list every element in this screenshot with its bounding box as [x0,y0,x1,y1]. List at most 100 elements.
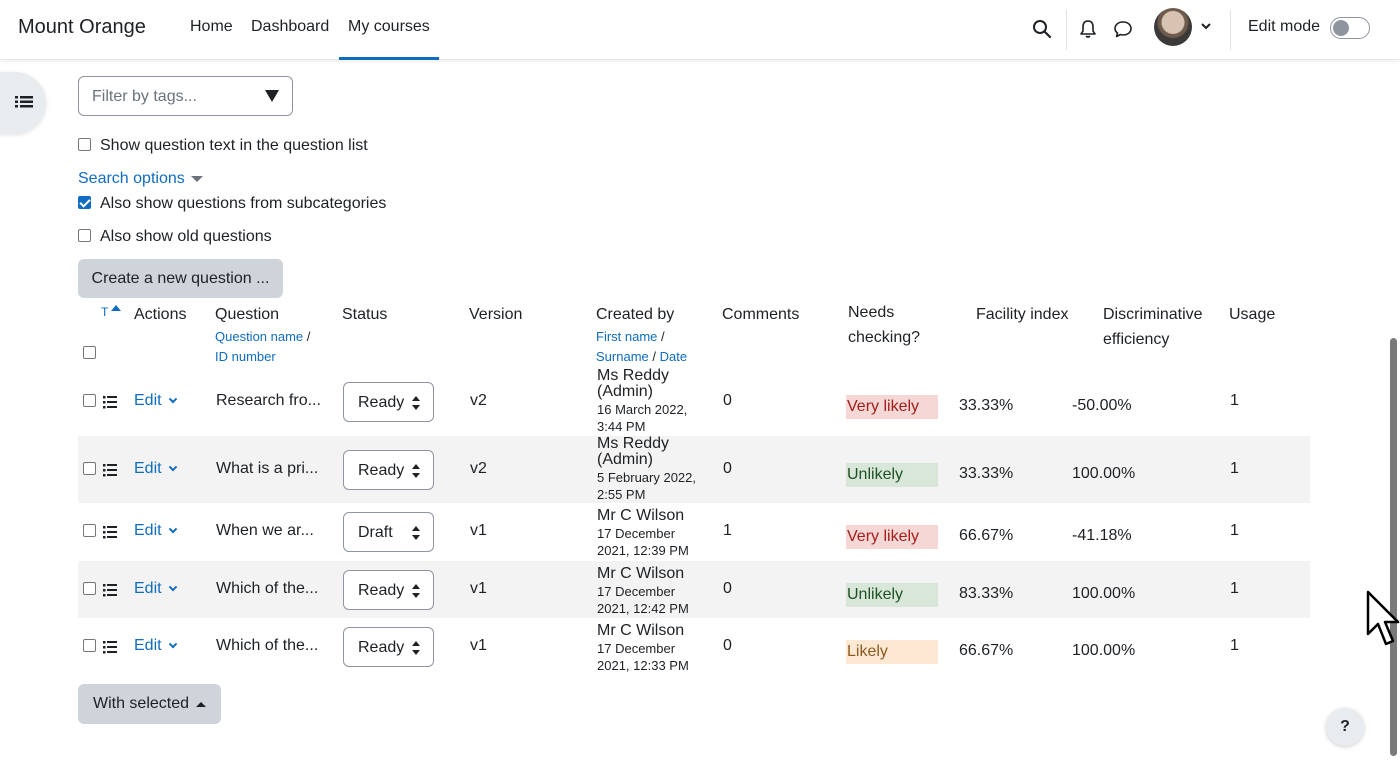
edit-menu-link[interactable]: Edit [134,580,177,598]
tags-filter-select[interactable]: Filter by tags... [78,76,293,116]
chevron-down-icon [168,582,177,591]
with-selected-label: With selected [92,695,190,712]
status-value: Ready [358,638,405,656]
message-icon[interactable] [1111,17,1135,41]
created-date-2: 2021, 12:39 PM [597,543,689,558]
edit-menu-link[interactable]: Edit [134,392,177,410]
edit-menu-link[interactable]: Edit [134,637,177,655]
comments-link[interactable]: 0 [723,637,732,655]
nav-my-courses[interactable]: My courses [339,18,439,60]
user-avatar[interactable] [1154,8,1192,46]
status-select[interactable]: Draft [343,512,434,552]
edit-mode-toggle[interactable] [1330,17,1370,39]
header-needs-checking-1: Needs [848,304,895,321]
header-version: Version [469,306,523,323]
header-actions: Actions [134,306,187,323]
drag-list-icon[interactable] [103,525,117,544]
header-created-sub-2: Surname / Date [596,349,688,364]
created-date-1: 17 December [597,526,676,541]
creator-role: (Admin) [597,383,654,400]
status-select[interactable]: Ready [343,449,434,490]
drag-list-icon[interactable] [103,463,117,482]
row-select-checkbox[interactable] [83,581,96,595]
version-value: v1 [470,579,487,597]
select-all-checkbox[interactable] [83,346,96,359]
sort-type-link[interactable]: T [101,305,108,319]
help-button[interactable]: ? [1326,708,1364,746]
nav-dashboard[interactable]: Dashboard [251,18,329,36]
row-select-checkbox[interactable] [83,524,96,537]
sort-id-number[interactable]: ID number [215,347,276,367]
show-question-text-checkbox[interactable] [78,138,91,151]
comments-link[interactable]: 0 [723,580,732,598]
question-name[interactable]: Which of the... [216,637,318,655]
usage-link[interactable]: 1 [1230,637,1239,655]
usage-link[interactable]: 1 [1230,580,1239,598]
nav-home[interactable]: Home [190,18,233,36]
comments-link[interactable]: 0 [723,460,732,478]
status-select[interactable]: Ready [343,569,434,610]
header-facility-index: Facility index [976,306,1069,323]
caret-up-icon [196,701,207,707]
comments-link[interactable]: 1 [723,522,732,540]
usage-link[interactable]: 1 [1230,392,1239,410]
edit-label: Edit [134,522,162,539]
course-index-toggle[interactable] [0,72,46,134]
question-name[interactable]: When we ar... [216,522,314,540]
site-brand[interactable]: Mount Orange [18,16,146,39]
edit-label: Edit [134,459,162,477]
bell-icon[interactable] [1076,17,1100,41]
subcategories-checkbox[interactable] [78,196,91,209]
select-arrows-icon [412,396,420,410]
usage-link[interactable]: 1 [1230,460,1239,478]
sort-asc-icon [111,305,121,311]
old-questions-checkbox[interactable] [78,229,91,242]
chevron-down-icon [168,639,177,648]
select-arrows-icon [412,526,420,540]
created-date-2: 2:55 PM [597,487,646,502]
discriminative-efficiency-value: 100.00% [1072,584,1136,602]
show-question-text-label: Show question text in the question list [100,137,368,154]
comments-link[interactable]: 0 [723,392,732,410]
sort-first-name[interactable]: First name [596,329,657,344]
header-question-sub: Question name / [215,329,311,344]
created-date-1: 5 February 2022, [597,470,697,485]
sort-surname[interactable]: Surname [596,349,649,364]
row-select-checkbox[interactable] [83,638,96,652]
status-select[interactable]: Ready [343,382,434,422]
drag-list-icon[interactable] [103,583,117,602]
list-icon [15,96,33,108]
version-value: v1 [470,636,487,654]
chevron-down-icon[interactable] [1200,19,1212,37]
search-icon[interactable] [1030,17,1054,41]
facility-index-value: 83.33% [959,584,1014,602]
page-scrollbar[interactable] [1390,338,1397,756]
question-name[interactable]: What is a pri... [216,460,318,478]
sort-question-name[interactable]: Question name [215,329,303,344]
row-select-checkbox[interactable] [83,394,96,407]
row-select-checkbox[interactable] [83,461,96,475]
sort-date[interactable]: Date [660,349,687,364]
edit-menu-link[interactable]: Edit [134,459,177,478]
navbar-divider [1066,10,1067,50]
status-select[interactable]: Ready [343,626,434,667]
drag-list-icon[interactable] [103,640,117,659]
header-status: Status [342,306,388,323]
question-name[interactable]: Which of the... [216,580,318,598]
old-questions-label: Also show old questions [100,228,272,245]
needs-checking-badge: Very likely [846,395,938,419]
creator-name: Mr C Wilson [597,507,685,524]
edit-menu-link[interactable]: Edit [134,522,177,540]
question-name[interactable]: Research fro... [216,392,321,410]
usage-link[interactable]: 1 [1230,522,1239,540]
header-question[interactable]: Question [215,303,279,327]
select-arrows-icon [412,463,420,478]
navbar-divider [1230,10,1231,50]
drag-list-icon[interactable] [103,395,117,414]
status-value: Ready [358,394,405,411]
with-selected-button[interactable]: With selected [78,684,221,724]
search-options-toggle[interactable]: Search options [78,170,203,188]
create-question-button[interactable]: Create a new question ... [78,259,283,298]
status-value: Draft [358,524,393,541]
version-value: v2 [470,392,487,409]
